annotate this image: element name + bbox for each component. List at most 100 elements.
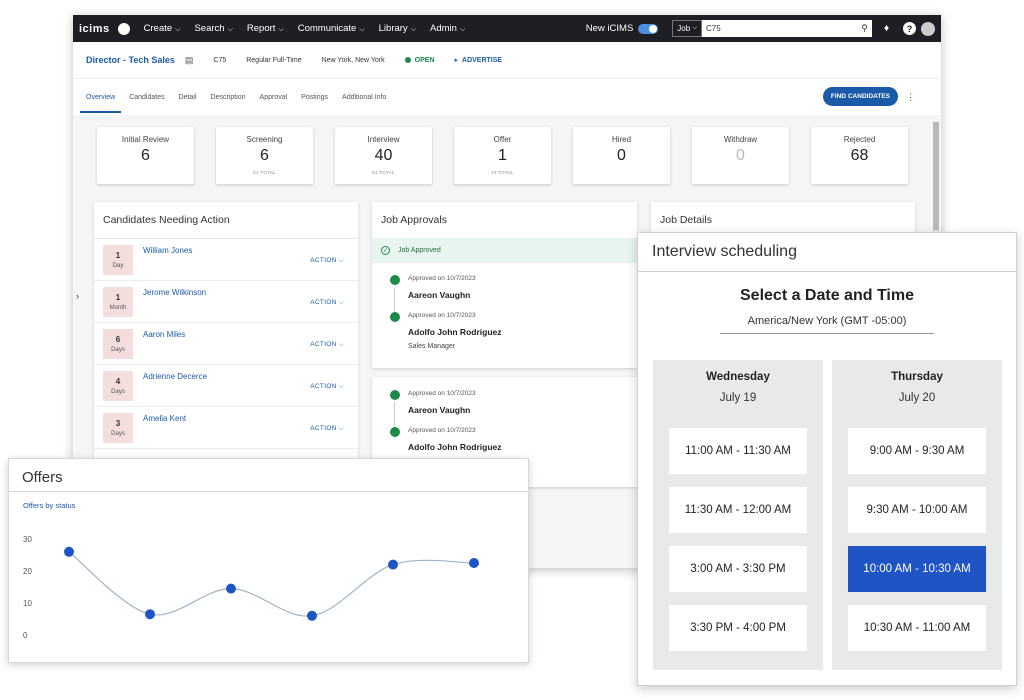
interview-scheduling-card: Interview scheduling Select a Date and T… — [637, 232, 1017, 686]
candidate-name-link[interactable]: Amelia Kent — [143, 414, 186, 423]
tab-description[interactable]: Description — [211, 79, 246, 115]
days-badge: 6 Days — [103, 329, 133, 359]
time-slot[interactable]: 9:30 AM - 10:00 AM — [848, 487, 986, 533]
y-tick-label: 20 — [23, 567, 32, 576]
job-location: New York, New York — [321, 56, 385, 64]
action-dropdown[interactable]: ACTION ⌵ — [310, 257, 344, 265]
data-point[interactable] — [226, 583, 236, 594]
new-icims-toggle[interactable]: New iCIMS — [586, 23, 659, 34]
time-slot[interactable]: 11:30 AM - 12:00 AM — [669, 487, 807, 533]
data-point[interactable] — [388, 559, 398, 570]
toggle-label: New iCIMS — [585, 23, 634, 34]
y-tick-label: 30 — [23, 535, 32, 544]
tab-overview[interactable]: Overview — [79, 79, 122, 115]
toggle-switch-icon[interactable] — [638, 23, 659, 34]
brand-icon — [117, 22, 130, 35]
data-point[interactable] — [145, 609, 155, 620]
days-badge: 1 Day — [103, 245, 133, 275]
tab-approval[interactable]: Approval — [260, 79, 288, 115]
nav-admin[interactable]: Admin ⌵ — [430, 23, 465, 34]
day-date: July 19 — [719, 392, 757, 404]
stat-withdraw[interactable]: Withdraw 0 — [692, 127, 789, 184]
nav-communicate[interactable]: Communicate ⌵ — [298, 23, 365, 34]
candidate-name-link[interactable]: William Jones — [143, 246, 192, 255]
day-column-wednesday: Wednesday July 19 11:00 AM - 11:30 AM 11… — [653, 360, 823, 670]
document-icon[interactable]: ▤ — [185, 55, 194, 66]
nav-search[interactable]: Search ⌵ — [194, 23, 232, 34]
candidate-name-link[interactable]: Adrienne Decerce — [143, 372, 207, 381]
stat-interview[interactable]: Interview 40 61 TOTAL — [335, 127, 432, 184]
tab-postings[interactable]: Postings — [301, 79, 328, 115]
approval-icon — [390, 312, 400, 322]
day-column-thursday: Thursday July 20 9:00 AM - 9:30 AM 9:30 … — [832, 360, 1002, 670]
scheduling-title: Interview scheduling — [638, 233, 1016, 272]
day-date: July 20 — [898, 392, 936, 404]
job-title: Director - Tech Sales — [86, 55, 175, 65]
time-slot[interactable]: 11:00 AM - 11:30 AM — [669, 428, 807, 474]
action-dropdown[interactable]: ACTION ⌵ — [310, 341, 344, 349]
app-logo: icims — [79, 22, 110, 35]
time-slot[interactable]: 9:00 AM - 9:30 AM — [848, 428, 986, 474]
list-item: 1 Day William Jones ACTION ⌵ — [94, 239, 358, 281]
search-input[interactable]: C75 ⚲ — [702, 20, 872, 37]
job-tabs: Overview Candidates Detail Description A… — [73, 79, 941, 115]
tab-additional-info[interactable]: Additional Info — [342, 79, 386, 115]
day-name: Thursday — [891, 371, 943, 383]
job-header: Director - Tech Sales ▤ C75 Regular Full… — [73, 42, 941, 79]
approval-entry: Approved on 10/7/2023 Aareon Vaughn — [372, 275, 637, 300]
y-tick-label: 10 — [23, 599, 32, 608]
job-approvals-panel: Job Approvals ✓ Job Approved Approved on … — [372, 202, 637, 368]
stat-offer[interactable]: Offer 1 24 TOTAL — [454, 127, 551, 184]
data-point[interactable] — [469, 558, 479, 568]
more-options-icon[interactable]: ⋮ — [906, 92, 915, 103]
time-slot[interactable]: 10:30 AM - 11:00 AM — [848, 605, 986, 651]
search-icon[interactable]: ⚲ — [861, 23, 868, 34]
check-circle-icon: ✓ — [381, 246, 390, 255]
job-type: Regular Full-Time — [246, 56, 302, 64]
offers-title: Offers — [9, 459, 528, 492]
expand-sidebar-icon[interactable]: › — [76, 291, 79, 301]
candidate-name-link[interactable]: Jerome Wilkinson — [143, 288, 206, 297]
approval-entry: Approved on 10/7/2023 Adolfo John Rodrig… — [372, 427, 637, 452]
panel-title: Candidates Needing Action — [94, 202, 358, 239]
status-badge: OPEN — [404, 57, 435, 64]
tab-detail[interactable]: Detail — [179, 79, 197, 115]
bell-icon[interactable]: ♦ — [880, 22, 893, 35]
approval-entry: Approved on 10/7/2023 Adolfo John Rodrig… — [372, 312, 637, 350]
nav-library[interactable]: Library ⌵ — [379, 23, 416, 34]
approval-entry: Approved on 10/7/2023 Aareon Vaughn — [372, 390, 637, 415]
job-approved-banner: ✓ Job Approved — [372, 238, 637, 263]
approval-icon — [390, 275, 400, 285]
stat-hired[interactable]: Hired 0 — [573, 127, 670, 184]
nav-create[interactable]: Create ⌵ — [144, 23, 181, 34]
stat-screening[interactable]: Screening 6 21 TOTAL — [216, 127, 313, 184]
data-point[interactable] — [64, 546, 74, 557]
search-scope-select[interactable]: Job ⌵ — [672, 20, 702, 37]
approval-icon — [390, 427, 400, 437]
tab-candidates[interactable]: Candidates — [129, 79, 164, 115]
action-dropdown[interactable]: ACTION ⌵ — [310, 299, 344, 307]
avatar[interactable] — [921, 21, 935, 36]
time-slot-selected[interactable]: 10:00 AM - 10:30 AM — [848, 546, 986, 592]
time-slot[interactable]: 3:00 AM - 3:30 PM — [669, 546, 807, 592]
candidate-name-link[interactable]: Aaron Miles — [143, 330, 185, 339]
list-item: 4 Days Adrienne Decerce ACTION ⌵ — [94, 365, 358, 407]
find-candidates-button[interactable]: FIND CANDIDATES — [822, 87, 898, 106]
stat-initial-review[interactable]: Initial Review 6 — [97, 127, 194, 184]
scrollbar-thumb[interactable] — [933, 122, 939, 230]
nav-report[interactable]: Report ⌵ — [247, 23, 284, 34]
advertise-link[interactable]: ▸ ADVERTISE — [455, 56, 503, 64]
action-dropdown[interactable]: ACTION ⌵ — [310, 425, 344, 433]
time-slot[interactable]: 3:30 PM - 4:00 PM — [669, 605, 807, 651]
timezone-select[interactable]: America/New York (GMT -05:00) — [720, 315, 934, 334]
offers-subtitle[interactable]: Offers by status — [9, 492, 528, 519]
y-tick-label: 0 — [23, 631, 28, 640]
stat-rejected[interactable]: Rejected 68 — [811, 127, 908, 184]
action-dropdown[interactable]: ACTION ⌵ — [310, 383, 344, 391]
job-id: C75 — [213, 56, 227, 64]
days-badge: 4 Days — [103, 371, 133, 401]
data-point[interactable] — [307, 610, 317, 621]
day-name: Wednesday — [706, 371, 770, 383]
help-icon[interactable]: ? — [903, 22, 916, 35]
panel-title: Job Approvals — [381, 214, 447, 226]
